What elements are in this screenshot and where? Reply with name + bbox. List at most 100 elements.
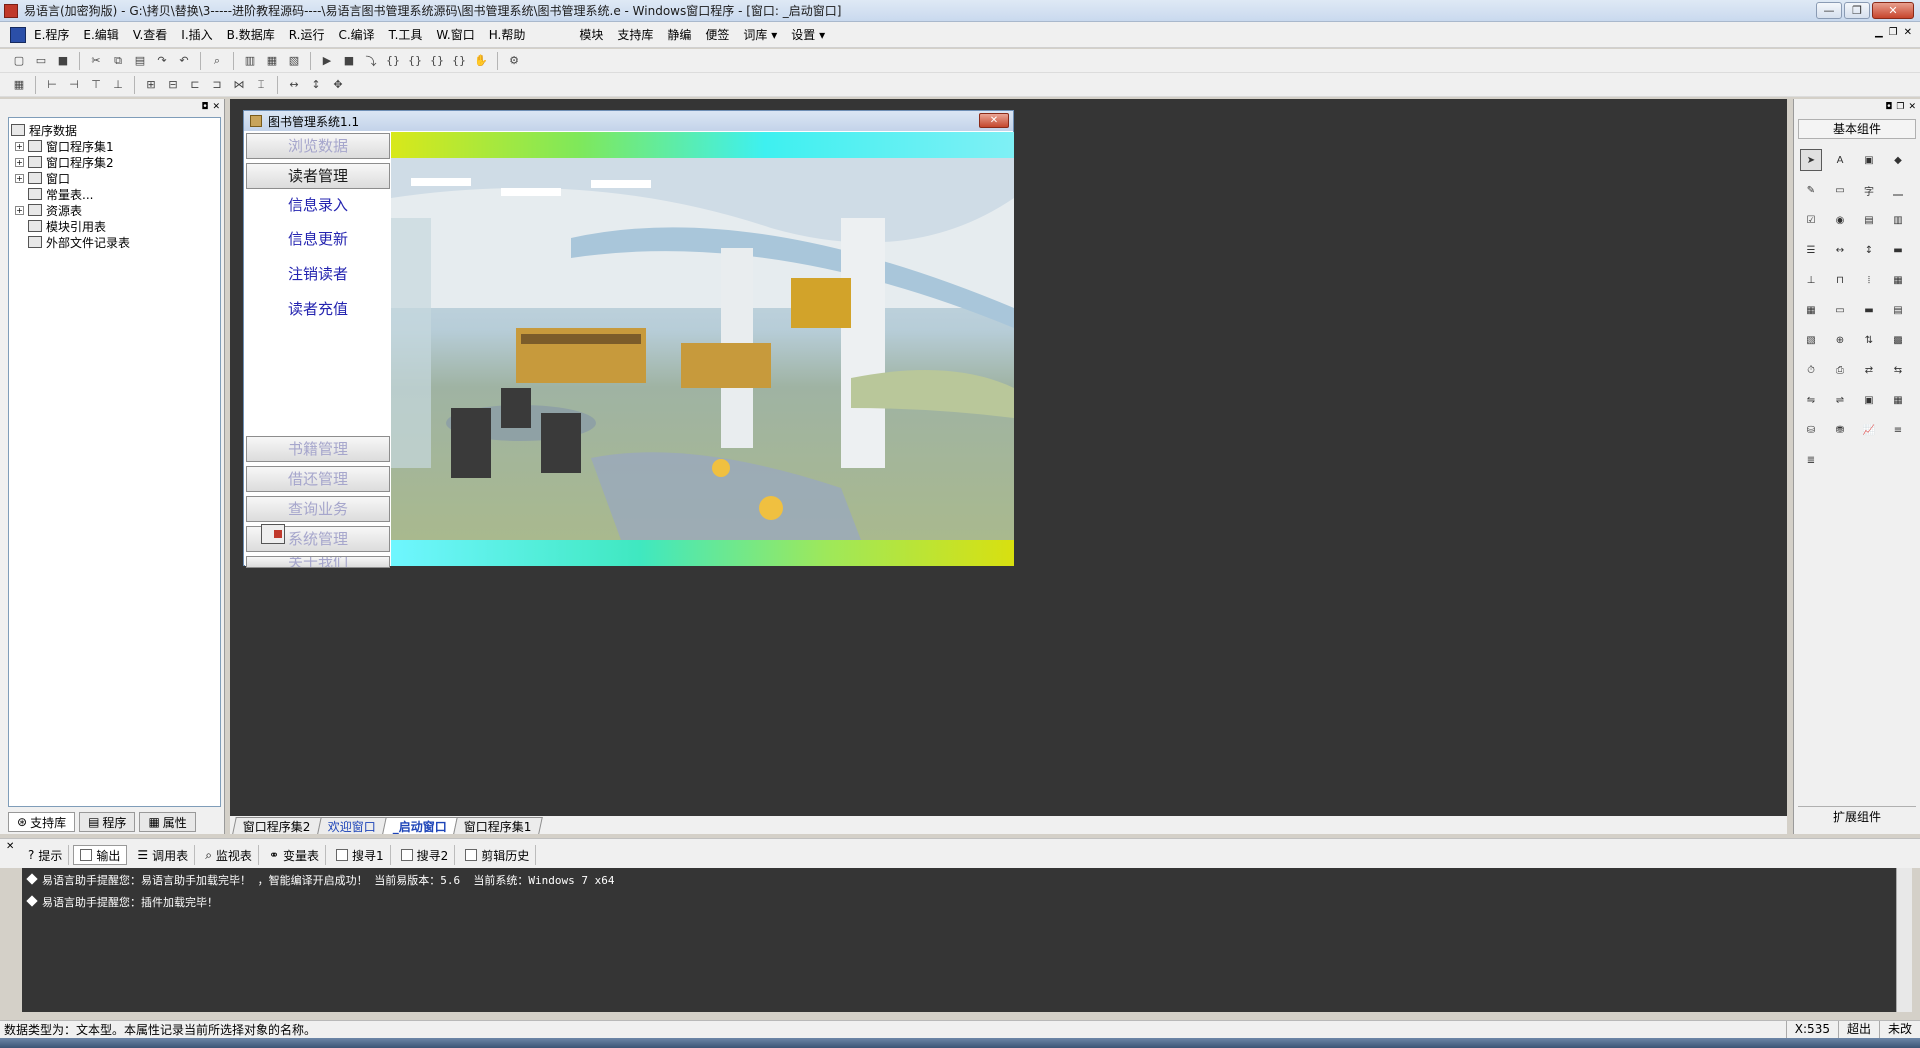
plugin-icon[interactable]: ⚙ (505, 52, 523, 70)
tab-output[interactable]: 输出 (73, 845, 128, 865)
size-both-icon[interactable]: ✥ (329, 76, 347, 94)
close-button[interactable]: ✕ (1872, 2, 1914, 19)
checkbox-icon[interactable]: ☑ (1800, 209, 1822, 231)
expand-icon[interactable]: + (15, 205, 24, 215)
find-icon[interactable]: ⌕ (208, 52, 226, 70)
extended-components-header[interactable]: 扩展组件 (1798, 806, 1916, 826)
color-picker-icon[interactable]: ▧ (1800, 329, 1822, 351)
layout-1-icon[interactable]: ▥ (241, 52, 259, 70)
same-width-icon[interactable]: ⊏ (186, 76, 204, 94)
open-file-icon[interactable]: ▭ (32, 52, 50, 70)
menu-run[interactable]: R.运行 (289, 26, 325, 43)
tab-assembly1[interactable]: 窗口程序集1 (452, 817, 543, 834)
space-h-icon[interactable]: ⋈ (230, 76, 248, 94)
mdi-restore-icon[interactable]: ❐ (1889, 27, 1898, 38)
menu-edit[interactable]: E.编辑 (83, 26, 118, 43)
align-bottom-icon[interactable]: ⊥ (109, 76, 127, 94)
server-icon[interactable]: ⇌ (1829, 389, 1851, 411)
menu-compile[interactable]: C.编译 (338, 26, 374, 43)
groupbox-icon[interactable]: ▭ (1829, 179, 1851, 201)
info-update-link[interactable]: 信息更新 (245, 228, 391, 249)
tab-program[interactable]: ▤ 程序 (79, 812, 136, 832)
menu-settings[interactable]: 设置 ▾ (791, 26, 825, 43)
align-top-icon[interactable]: ⊤ (87, 76, 105, 94)
mdi-minimize-icon[interactable]: ▁ (1875, 27, 1883, 38)
run-icon[interactable]: ▶ (318, 52, 336, 70)
vscroll-icon[interactable]: ↕ (1858, 239, 1880, 261)
breakpoint-icon[interactable]: {} (450, 52, 468, 70)
same-height-icon[interactable]: ⊐ (208, 76, 226, 94)
menu-insert[interactable]: I.插入 (181, 26, 212, 43)
line-icon[interactable]: ⎽ (1887, 179, 1909, 201)
layout-3-icon[interactable]: ▧ (285, 52, 303, 70)
save-icon[interactable]: ■ (54, 52, 72, 70)
listview-icon[interactable]: ☰ (1800, 239, 1822, 261)
copy-icon[interactable]: ⧉ (109, 52, 127, 70)
tab-support-lib[interactable]: ⊛ 支持库 (8, 812, 76, 832)
reader-recharge-link[interactable]: 读者充值 (245, 298, 391, 319)
dir-box-icon[interactable]: ▬ (1858, 299, 1880, 321)
tree-item-constants[interactable]: 常量表... (11, 186, 218, 202)
layout-2-icon[interactable]: ▦ (263, 52, 281, 70)
output-console[interactable]: 易语言助手提醒您：易语言助手加载完毕！ ，智能编译开启成功！ 当前易版本：5.6… (22, 868, 1912, 1012)
tab-properties[interactable]: ▦ 属性 (139, 812, 196, 832)
step-icon[interactable]: ⤵ (362, 52, 380, 70)
label-icon[interactable]: A (1829, 149, 1851, 171)
timer-icon[interactable]: ⏱ (1800, 359, 1822, 381)
progress-icon[interactable]: ▬ (1887, 239, 1909, 261)
pin-icon[interactable]: ◘ (201, 102, 208, 112)
panel-restore-icon[interactable]: ❐ (1896, 102, 1904, 112)
form-window[interactable]: 图书管理系统1.1 ✕ 浏览数据 读者管理 信息录入 信息更新 注销读者 读者充… (243, 110, 1014, 568)
align-left-icon[interactable]: ⊢ (43, 76, 61, 94)
tab-tips[interactable]: ? 提示 (22, 845, 70, 865)
toolbar-icon[interactable]: ▩ (1887, 329, 1909, 351)
edit-box-icon[interactable]: ✎ (1800, 179, 1822, 201)
text-icon[interactable]: 字 (1858, 179, 1880, 201)
tree-item-external-files[interactable]: 外部文件记录表 (11, 234, 218, 250)
mdi-close-icon[interactable]: ✕ (1904, 27, 1912, 38)
stop-icon[interactable]: ■ (340, 52, 358, 70)
menu-support-lib[interactable]: 支持库 (617, 26, 653, 43)
db-link-icon[interactable]: ⛃ (1829, 419, 1851, 441)
dataset-icon[interactable]: ⇄ (1858, 359, 1880, 381)
menu-tools[interactable]: T.工具 (389, 26, 423, 43)
shape-icon[interactable]: ◆ (1887, 149, 1909, 171)
run-to-cursor-icon[interactable]: {} (428, 52, 446, 70)
cancel-reader-link[interactable]: 注销读者 (245, 263, 391, 284)
animation-icon[interactable]: ⦙ (1858, 269, 1880, 291)
picture-icon[interactable]: ▣ (1858, 149, 1880, 171)
space-v-icon[interactable]: ⌶ (252, 76, 270, 94)
odbc-db-icon[interactable]: ≣ (1800, 449, 1822, 471)
radio-icon[interactable]: ◉ (1829, 209, 1851, 231)
book-mgmt-button[interactable]: 书籍管理 (246, 436, 390, 462)
listbox-icon[interactable]: ▥ (1887, 209, 1909, 231)
file-box-icon[interactable]: ▤ (1887, 299, 1909, 321)
spin-icon[interactable]: ⇅ (1858, 329, 1880, 351)
maximize-button[interactable]: ❐ (1844, 2, 1870, 19)
panel-icon[interactable]: ▣ (1858, 389, 1880, 411)
chart-icon[interactable]: 📈 (1858, 419, 1880, 441)
combobox-icon[interactable]: ▤ (1858, 209, 1880, 231)
basic-components-header[interactable]: 基本组件 (1798, 119, 1916, 139)
panel-close-icon[interactable]: ✕ (212, 102, 220, 112)
hscroll-icon[interactable]: ↔ (1829, 239, 1851, 261)
tab-call-stack[interactable]: ☰ 调用表 (131, 845, 196, 865)
step-into-icon[interactable]: {} (384, 52, 402, 70)
slider-icon[interactable]: ⊥ (1800, 269, 1822, 291)
about-button[interactable]: 关于我们 (246, 556, 390, 568)
reader-mgmt-button[interactable]: 读者管理 (246, 163, 390, 189)
tab-startup-window[interactable]: _启动窗口 (381, 817, 458, 834)
menu-notes[interactable]: 便签 (705, 26, 729, 43)
tree-item-module-refs[interactable]: 模块引用表 (11, 218, 218, 234)
hand-icon[interactable]: ✋ (472, 52, 490, 70)
borrow-return-button[interactable]: 借还管理 (246, 466, 390, 492)
undo-icon[interactable]: ↶ (175, 52, 193, 70)
expand-icon[interactable]: + (15, 173, 24, 183)
client-icon[interactable]: ⇋ (1800, 389, 1822, 411)
hyperlink-icon[interactable]: ⊕ (1829, 329, 1851, 351)
form-close-button[interactable]: ✕ (979, 113, 1009, 128)
step-out-icon[interactable]: {} (406, 52, 424, 70)
tab-control-icon[interactable]: ⊓ (1829, 269, 1851, 291)
menu-view[interactable]: V.查看 (133, 26, 167, 43)
menu-dictionary[interactable]: 词库 ▾ (743, 26, 777, 43)
